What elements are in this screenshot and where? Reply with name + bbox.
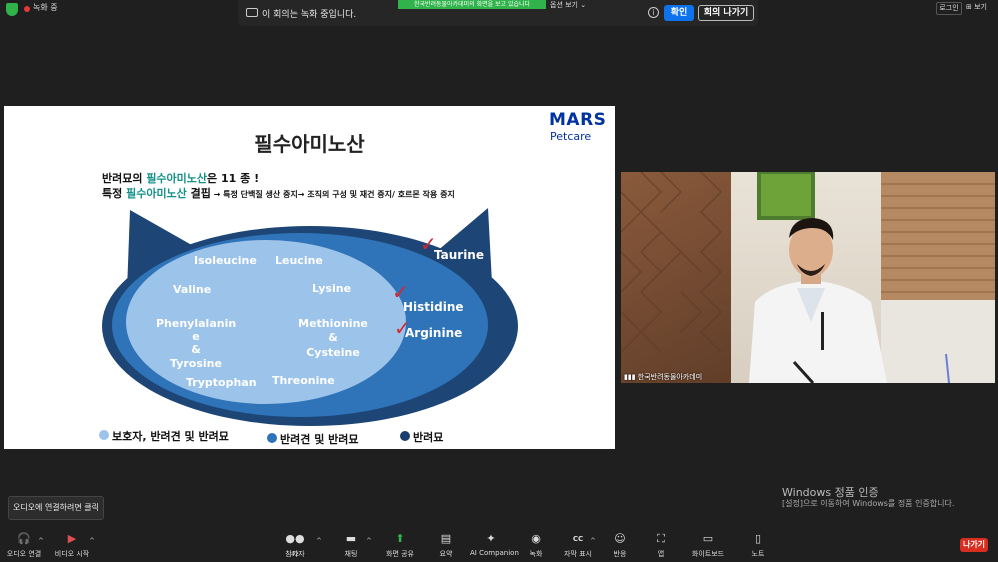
- confirm-button[interactable]: 확인: [664, 5, 694, 21]
- view-button[interactable]: ⊞ 보기: [966, 2, 987, 12]
- statement-1-suffix: 은 11 종 !: [207, 172, 260, 185]
- check-mark-taurine-icon: ✓: [420, 232, 437, 256]
- ai-companion-button[interactable]: ✦ AI Companion: [470, 532, 519, 557]
- notes-button[interactable]: ▯ 노트: [748, 532, 768, 559]
- amino-leucine: Leucine: [275, 254, 323, 267]
- participants-button[interactable]: ●● 42 참가자: [282, 532, 308, 559]
- summary-icon: ▤: [440, 532, 452, 545]
- audio-button[interactable]: 🎧 오디오 연결: [6, 532, 42, 559]
- statement-1-highlight: 필수아미노산: [146, 172, 208, 185]
- leave-button[interactable]: 나가기: [960, 538, 988, 552]
- amino-arginine: Arginine: [405, 326, 463, 340]
- whiteboard-button[interactable]: ▭ 화이트보드: [690, 532, 726, 559]
- share-icon: ⬆: [395, 532, 405, 545]
- top-bar: 녹화 중 이 회의는 녹화 중입니다. 한국반려동물아카데미의 화면을 보고 있…: [0, 0, 998, 26]
- emoji-icon: ☺: [614, 532, 626, 545]
- participant-video[interactable]: ▮▮▮ 한국반려동물아카데미: [621, 172, 995, 383]
- brand-logo-mars: MARS: [549, 110, 607, 130]
- statement-2-detail: → 특정 단백질 생산 중지→ 조직의 구성 및 재건 중지/ 호르몬 작용 중…: [210, 190, 455, 199]
- video-button[interactable]: ▶ 비디오 시작: [54, 532, 90, 559]
- audio-connect-tooltip: 오디오에 연결하려면 클릭: [8, 496, 104, 520]
- sparkle-icon: ✦: [486, 532, 496, 545]
- summary-button[interactable]: ▤ 요약: [434, 532, 458, 559]
- amino-acid-diagram: [102, 208, 518, 426]
- video-options-caret-icon[interactable]: ^: [89, 537, 95, 545]
- check-mark-histidine-icon: ✓: [392, 280, 409, 304]
- amino-isoleucine: Isoleucine: [194, 254, 257, 267]
- apps-button[interactable]: ⛶ 앱: [652, 532, 670, 559]
- recording-label: 녹화 중: [33, 3, 58, 12]
- notes-icon: ▯: [754, 532, 762, 545]
- view-options-label: 옵션 보기: [550, 1, 578, 9]
- recording-notice-text: 이 회의는 녹화 중입니다.: [262, 10, 357, 20]
- shared-slide: MARS Petcare 필수아미노산 반려묘의 필수아미노산은 11 종 ! …: [4, 106, 615, 449]
- legend-label-cat: 반려묘: [413, 431, 444, 444]
- security-shield-icon[interactable]: [6, 3, 18, 16]
- chat-icon: ▬: [345, 532, 357, 545]
- legend-label-all: 보호자, 반려견 및 반려묘: [112, 430, 229, 443]
- statement-2-suffix: 결핍: [186, 187, 211, 200]
- slide-statement-1: 반려묘의 필수아미노산은 11 종 !: [102, 170, 259, 186]
- statement-1-prefix: 반려묘의: [102, 172, 147, 185]
- apps-icon: ⛶: [657, 532, 665, 545]
- chat-button[interactable]: ▬ 채팅: [340, 532, 362, 559]
- recording-dot-icon: [24, 6, 30, 12]
- people-icon: ●● 42: [285, 532, 305, 558]
- headphones-icon: 🎧: [17, 532, 31, 545]
- amino-phenylalanine-tyrosine: Phenylalanin e & Tyrosine: [156, 317, 237, 370]
- amino-threonine: Threonine: [272, 374, 335, 387]
- statement-2-highlight: 필수아미노산: [126, 187, 187, 200]
- leave-meeting-button[interactable]: 회의 나가기: [698, 5, 754, 21]
- amino-lysine: Lysine: [312, 282, 352, 295]
- legend-dot-dog-cat: [267, 433, 277, 443]
- check-mark-arginine-icon: ✓: [394, 316, 411, 340]
- statement-2-prefix: 특정: [102, 187, 127, 200]
- amino-histidine: Histidine: [403, 300, 464, 314]
- windows-activation-subtitle: [설정]으로 이동하여 Windows를 정품 인증합니다.: [782, 499, 955, 508]
- slide-title: 필수아미노산: [254, 132, 365, 156]
- recording-camera-icon: [246, 8, 258, 17]
- whiteboard-icon: ▭: [702, 532, 714, 545]
- login-button[interactable]: 로그인: [936, 2, 962, 15]
- amino-tryptophan: Tryptophan: [186, 376, 257, 389]
- camera-off-icon: ▶: [67, 532, 77, 545]
- participant-name-label: ▮▮▮ 한국반려동물아카데미: [624, 373, 703, 381]
- amino-methionine-cysteine: Methionine & Cysteine: [298, 317, 368, 359]
- view-label: 보기: [974, 3, 987, 11]
- legend-label-dog-cat: 반려견 및 반려묘: [280, 433, 359, 446]
- legend-dot-all: [99, 430, 109, 440]
- lower-wall: [881, 300, 995, 383]
- view-options-button[interactable]: 옵션 보기 ⌄: [550, 0, 586, 10]
- participant-name-text: 한국반려동물아카데미: [637, 373, 703, 381]
- share-screen-button[interactable]: ⬆ 화면 공유: [384, 532, 416, 559]
- record-button[interactable]: ◉ 녹화: [526, 532, 546, 559]
- screen-share-banner: 한국반려동물아카데미의 화면을 보고 있습니다: [398, 0, 546, 9]
- audio-options-caret-icon[interactable]: ^: [38, 537, 44, 545]
- ai-companion-label: AI Companion: [470, 549, 519, 557]
- amino-valine: Valine: [173, 283, 212, 296]
- participants-options-caret-icon[interactable]: ^: [316, 537, 322, 545]
- reactions-button[interactable]: ☺ 반응: [609, 532, 631, 559]
- amino-taurine: Taurine: [434, 248, 484, 262]
- microphone-clip: [821, 312, 824, 350]
- slide-statement-2: 특정 필수아미노산 결핍 → 특정 단백질 생산 중지→ 조직의 구성 및 재건…: [102, 185, 455, 201]
- info-icon[interactable]: i: [648, 7, 659, 18]
- chat-options-caret-icon[interactable]: ^: [366, 537, 372, 545]
- moss-panel: [761, 174, 811, 216]
- record-icon: ◉: [531, 532, 541, 545]
- video-frame: [621, 172, 995, 383]
- captions-options-caret-icon[interactable]: ^: [590, 537, 596, 545]
- legend-dot-cat: [400, 431, 410, 441]
